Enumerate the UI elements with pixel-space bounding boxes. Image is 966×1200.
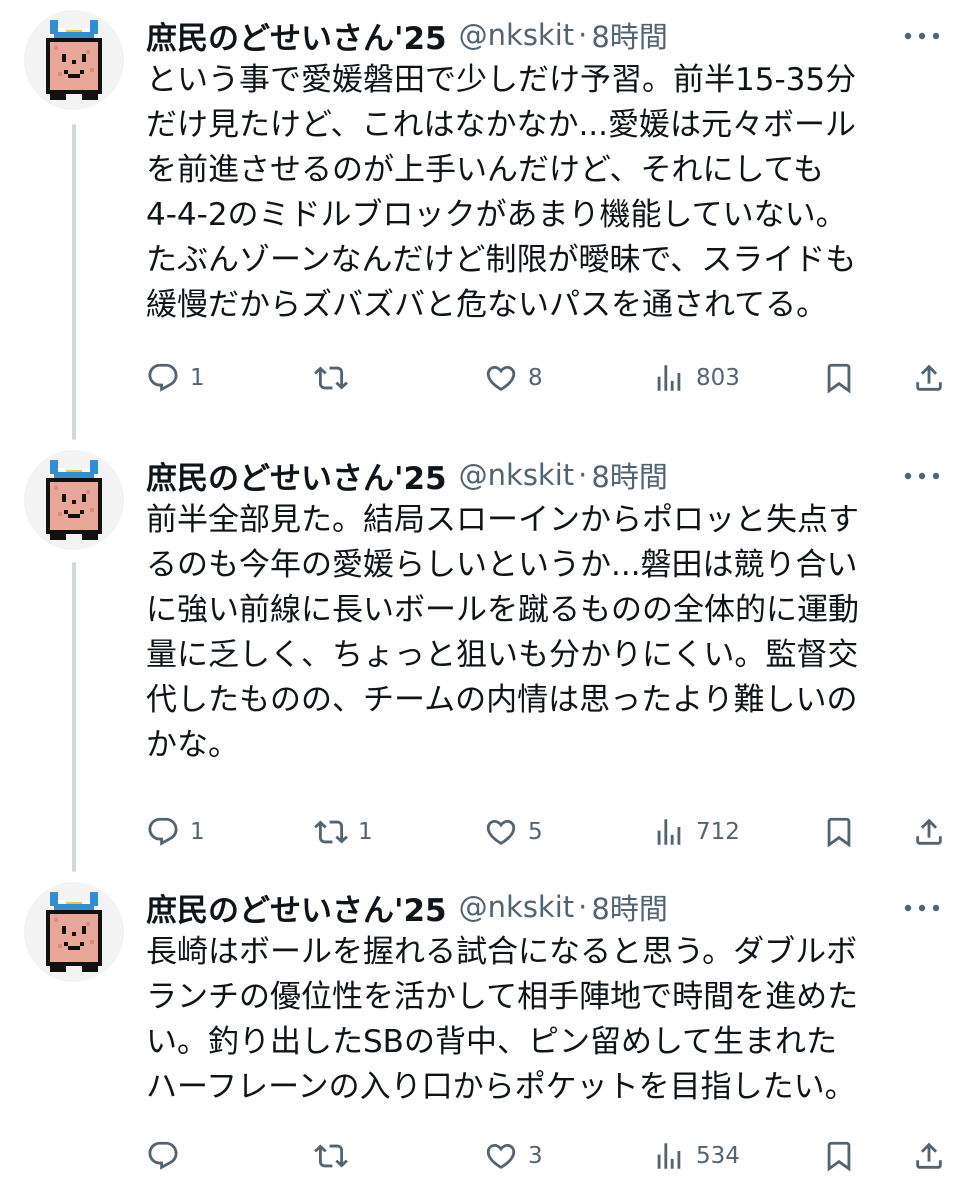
bookmark-icon xyxy=(822,815,856,849)
like-count: 5 xyxy=(528,819,543,845)
tweet-text-line: 4-4-2のミドルブロックがあまり機能していない。 xyxy=(146,197,847,233)
tweet-text-line: たぶんゾーンなんだけど制限が曖昧で、スライドも xyxy=(146,242,857,278)
share-button[interactable] xyxy=(912,356,946,400)
tweet-actions: 1 8 803 xyxy=(146,356,946,400)
like-icon xyxy=(484,361,518,395)
share-icon xyxy=(912,361,946,395)
tweet-actions: 1 1 5 712 xyxy=(146,810,946,854)
more-icon[interactable] xyxy=(900,26,944,46)
tweet-text-line: ハーフレーンの入り口からポケットを目指したい。 xyxy=(146,1069,856,1105)
user-handle[interactable]: @nkskit xyxy=(459,18,575,52)
avatar[interactable] xyxy=(24,882,124,982)
bookmark-icon xyxy=(822,1139,856,1173)
avatar[interactable] xyxy=(24,450,124,550)
reply-icon xyxy=(146,361,180,395)
retweet-button[interactable]: 1 xyxy=(314,810,373,854)
tweet-text-line: 緩慢だからズバズバと危ないパスを通されてる。 xyxy=(146,287,828,323)
retweet-icon xyxy=(314,815,348,849)
tweet-text-line: 量に乏しく、ちょっと狙いも分かりにくい。監督交 xyxy=(146,637,859,673)
reply-count: 1 xyxy=(190,365,205,391)
tweet-header: 庶民のどせいさん'25 @nkskit · 8時間 xyxy=(146,12,668,58)
tweet-text-line: 長崎はボールを握れる試合になると思う。ダブルボ xyxy=(146,934,858,970)
tweet[interactable]: 庶民のどせいさん'25 @nkskit · 8時間 前半全部見た。結局スローインからポロ… xyxy=(0,440,966,880)
retweet-icon xyxy=(314,1139,348,1173)
tweet-text-line: という事で愛媛磐田で少しだけ予習。前半15-35分 xyxy=(146,62,857,98)
retweet-button[interactable] xyxy=(314,356,358,400)
tweet-header: 庶民のどせいさん'25 @nkskit · 8時間 xyxy=(146,452,668,498)
tweet-text: 前半全部見た。結局スローインからポロッと失点す るのも今年の愛媛らしいというか..… xyxy=(146,498,946,768)
reply-icon xyxy=(146,1139,180,1173)
views-button[interactable]: 712 xyxy=(652,810,740,854)
tweet-text-line: だけ見たけど、これはなかなか...愛媛は元々ボール xyxy=(146,107,857,143)
like-icon xyxy=(484,815,518,849)
tweet-text-line: 前半全部見た。結局スローインからポロッと失点す xyxy=(146,502,859,538)
more-icon[interactable] xyxy=(900,466,944,486)
reply-button[interactable]: 1 xyxy=(146,810,205,854)
tweet-text-line: かな。 xyxy=(146,727,239,763)
retweet-icon xyxy=(314,361,348,395)
tweet[interactable]: 庶民のどせいさん'25 @nkskit · 8時間 長崎はボールを握れる試合になると思う… xyxy=(0,872,966,1200)
more-icon[interactable] xyxy=(900,898,944,918)
share-button[interactable] xyxy=(912,810,946,854)
tweet-text: 長崎はボールを握れる試合になると思う。ダブルボ ランチの優位性を活かして相手陣地で… xyxy=(146,930,946,1110)
reply-button[interactable] xyxy=(146,1134,190,1178)
tweet-text: という事で愛媛磐田で少しだけ予習。前半15-35分 だけ見たけど、これはなかなか.… xyxy=(146,58,946,328)
separator-dot: · xyxy=(578,458,588,492)
views-button[interactable]: 534 xyxy=(652,1134,740,1178)
views-button[interactable]: 803 xyxy=(652,356,740,400)
tweet-actions: 3 534 xyxy=(146,1134,946,1178)
bookmark-icon xyxy=(822,361,856,395)
share-button[interactable] xyxy=(912,1134,946,1178)
like-button[interactable]: 5 xyxy=(484,810,543,854)
like-icon xyxy=(484,1139,518,1173)
like-button[interactable]: 8 xyxy=(484,356,543,400)
bookmark-button[interactable] xyxy=(822,356,856,400)
tweet-text-line: 代したものの、チームの内情は思ったより難しいの xyxy=(146,682,858,718)
views-count: 712 xyxy=(696,819,740,845)
user-handle[interactable]: @nkskit xyxy=(459,458,575,492)
tweet[interactable]: 庶民のどせいさん'25 @nkskit · 8時間 という事で愛媛磐田で少しだけ予習。前… xyxy=(0,0,966,440)
tweet-text-line: を前進させるのが上手いんだけど、それにしても xyxy=(146,152,824,188)
reply-button[interactable]: 1 xyxy=(146,356,205,400)
bookmark-button[interactable] xyxy=(822,810,856,854)
display-name[interactable]: 庶民のどせいさん'25 xyxy=(146,885,447,930)
timestamp[interactable]: 8時間 xyxy=(591,454,667,496)
views-count: 803 xyxy=(696,365,740,391)
avatar[interactable] xyxy=(24,10,124,110)
display-name[interactable]: 庶民のどせいさん'25 xyxy=(146,13,447,58)
retweet-count: 1 xyxy=(358,819,373,845)
share-icon xyxy=(912,1139,946,1173)
reply-icon xyxy=(146,815,180,849)
reply-count: 1 xyxy=(190,819,205,845)
timestamp[interactable]: 8時間 xyxy=(591,886,667,928)
like-count: 8 xyxy=(528,365,543,391)
tweet-text-line: い。釣り出したSBの背中、ピン留めして生まれた xyxy=(146,1024,838,1060)
tweet-text-line: に強い前線に長いボールを蹴るものの全体的に運動 xyxy=(146,592,859,628)
tweet-thread: 庶民のどせいさん'25 @nkskit · 8時間 という事で愛媛磐田で少しだけ予習。前… xyxy=(0,0,966,1200)
separator-dot: · xyxy=(578,890,588,924)
like-button[interactable]: 3 xyxy=(484,1134,543,1178)
tweet-text-line: ランチの優位性を活かして相手陣地で時間を進めた xyxy=(146,979,859,1015)
tweet-header: 庶民のどせいさん'25 @nkskit · 8時間 xyxy=(146,884,668,930)
timestamp[interactable]: 8時間 xyxy=(591,14,667,56)
share-icon xyxy=(912,815,946,849)
separator-dot: · xyxy=(578,18,588,52)
views-icon xyxy=(652,815,686,849)
views-icon xyxy=(652,361,686,395)
views-count: 534 xyxy=(696,1143,740,1169)
user-handle[interactable]: @nkskit xyxy=(459,890,575,924)
bookmark-button[interactable] xyxy=(822,1134,856,1178)
like-count: 3 xyxy=(528,1143,543,1169)
tweet-text-line: るのも今年の愛媛らしいというか...磐田は競り合い xyxy=(146,547,858,583)
display-name[interactable]: 庶民のどせいさん'25 xyxy=(146,453,447,498)
views-icon xyxy=(652,1139,686,1173)
retweet-button[interactable] xyxy=(314,1134,358,1178)
